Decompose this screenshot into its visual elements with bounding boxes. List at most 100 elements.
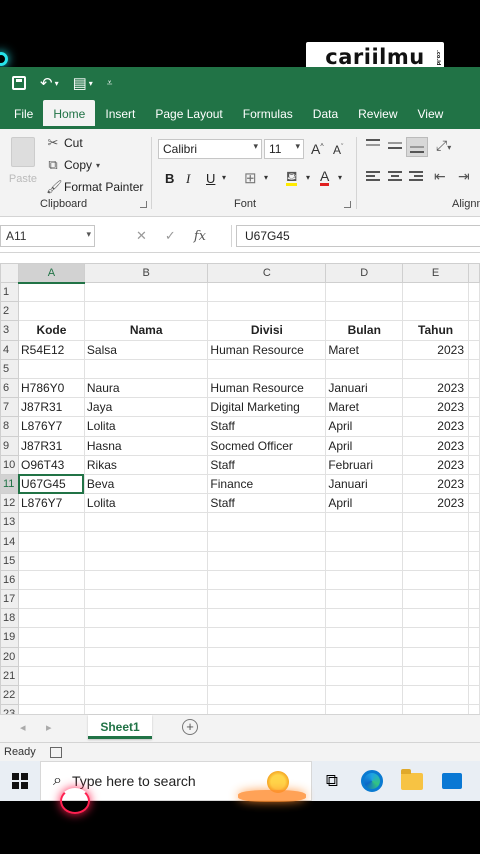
font-color-dropdown-icon[interactable]: ▾ (338, 173, 342, 182)
cell-e18[interactable] (402, 608, 469, 629)
macro-record-icon[interactable] (50, 747, 62, 758)
row-header-21[interactable]: 21 (0, 665, 19, 686)
cell-f18[interactable] (468, 608, 480, 629)
cell-b18[interactable] (83, 608, 209, 629)
cell-e15[interactable] (402, 550, 469, 571)
cell-c4[interactable]: Human Resource (207, 339, 327, 360)
cell-b1[interactable] (83, 281, 209, 303)
align-top-icon[interactable] (366, 139, 382, 153)
cell-e8[interactable]: 2023 (402, 416, 469, 437)
align-center-icon[interactable] (388, 171, 404, 185)
decrease-indent-icon[interactable]: ⇤ (434, 168, 446, 185)
cell-d13[interactable] (325, 512, 404, 533)
confirm-icon[interactable]: ✓ (165, 228, 176, 244)
row-header-22[interactable]: 22 (0, 684, 19, 706)
shrink-font-button[interactable]: Aˇ (333, 143, 343, 157)
cell-d15[interactable] (325, 550, 404, 571)
column-header-f[interactable] (468, 263, 480, 283)
cell-b9[interactable]: Hasna (83, 435, 209, 456)
cell-f16[interactable] (468, 569, 480, 591)
cell-b8[interactable]: Lolita (83, 416, 209, 437)
cell-e14[interactable] (402, 531, 469, 552)
cell-e3[interactable]: Tahun (402, 320, 469, 341)
edge-browser-icon[interactable] (352, 761, 392, 801)
cell-a18[interactable] (17, 608, 85, 629)
border-icon[interactable]: ⊞ (244, 169, 257, 187)
cell-b2[interactable] (83, 301, 209, 322)
cell-c1[interactable] (207, 281, 327, 303)
cell-d4[interactable]: Maret (325, 339, 404, 360)
cell-c12[interactable]: Staff (207, 493, 327, 514)
cell-c10[interactable]: Staff (207, 454, 327, 475)
insert-function-button[interactable]: fx (194, 229, 206, 244)
cell-d11[interactable]: Januari (325, 473, 404, 495)
row-header-5[interactable]: 5 (0, 358, 19, 379)
cell-f10[interactable] (468, 454, 480, 475)
cell-d2[interactable] (325, 301, 404, 322)
mail-icon[interactable] (432, 761, 472, 801)
cell-d8[interactable]: April (325, 416, 404, 437)
cell-a2[interactable] (17, 301, 85, 322)
border-dropdown-icon[interactable]: ▾ (264, 173, 268, 182)
cell-f22[interactable] (468, 684, 480, 706)
cell-f7[interactable] (468, 397, 480, 418)
cut-button[interactable]: ✂ Cut (46, 135, 83, 151)
cell-a15[interactable] (17, 550, 85, 571)
cell-e20[interactable] (402, 646, 469, 667)
cell-b16[interactable] (83, 569, 209, 591)
cell-c17[interactable] (207, 588, 327, 610)
save-icon[interactable] (12, 76, 26, 90)
row-header-7[interactable]: 7 (0, 397, 19, 418)
next-sheet-icon[interactable]: ▸ (46, 721, 52, 734)
align-left-icon[interactable] (366, 171, 382, 185)
cell-d3[interactable]: Bulan (325, 320, 404, 341)
cancel-icon[interactable]: ✕ (136, 228, 147, 244)
cell-f6[interactable] (468, 377, 480, 399)
cell-a8[interactable]: L876Y7 (17, 416, 85, 437)
cell-b12[interactable]: Lolita (83, 493, 209, 514)
cell-e6[interactable]: 2023 (402, 377, 469, 399)
cell-f14[interactable] (468, 531, 480, 552)
cell-a13[interactable] (17, 512, 85, 533)
row-header-8[interactable]: 8 (0, 416, 19, 437)
row-header-9[interactable]: 9 (0, 435, 19, 456)
cell-b21[interactable] (83, 665, 209, 686)
row-header-18[interactable]: 18 (0, 608, 19, 629)
cell-e5[interactable] (402, 358, 469, 379)
cell-c21[interactable] (207, 665, 327, 686)
cell-f5[interactable] (468, 358, 480, 379)
cell-c16[interactable] (207, 569, 327, 591)
cell-d7[interactable]: Maret (325, 397, 404, 418)
cell-b19[interactable] (83, 627, 209, 648)
row-header-13[interactable]: 13 (0, 512, 19, 533)
cell-b20[interactable] (83, 646, 209, 667)
cell-d10[interactable]: Februari (325, 454, 404, 475)
cell-b11[interactable]: Beva (83, 473, 209, 495)
cell-b23[interactable] (83, 704, 209, 714)
cell-d5[interactable] (325, 358, 404, 379)
column-header-d[interactable]: D (325, 263, 404, 283)
cell-e21[interactable] (402, 665, 469, 686)
cell-d19[interactable] (325, 627, 404, 648)
cell-e12[interactable]: 2023 (402, 493, 469, 514)
align-bottom-icon[interactable] (406, 137, 428, 157)
align-right-icon[interactable] (409, 171, 425, 185)
cell-f19[interactable] (468, 627, 480, 648)
cell-b22[interactable] (83, 684, 209, 706)
cell-d17[interactable] (325, 588, 404, 610)
cell-b6[interactable]: Naura (83, 377, 209, 399)
column-header-b[interactable]: B (83, 263, 209, 283)
cell-d20[interactable] (325, 646, 404, 667)
tab-view[interactable]: View (408, 107, 454, 129)
select-all-button[interactable] (0, 263, 19, 283)
font-color-button[interactable]: A (320, 169, 330, 186)
sheet-tab-sheet1[interactable]: Sheet1 (88, 715, 152, 739)
cell-b10[interactable]: Rikas (83, 454, 209, 475)
cell-f13[interactable] (468, 512, 480, 533)
cell-d21[interactable] (325, 665, 404, 686)
column-header-a[interactable]: A (17, 263, 85, 284)
cell-d16[interactable] (325, 569, 404, 591)
cell-a11[interactable]: U67G45 (17, 473, 85, 495)
orientation-icon[interactable]: ⤢▾ (436, 137, 451, 154)
cell-d1[interactable] (325, 281, 404, 303)
